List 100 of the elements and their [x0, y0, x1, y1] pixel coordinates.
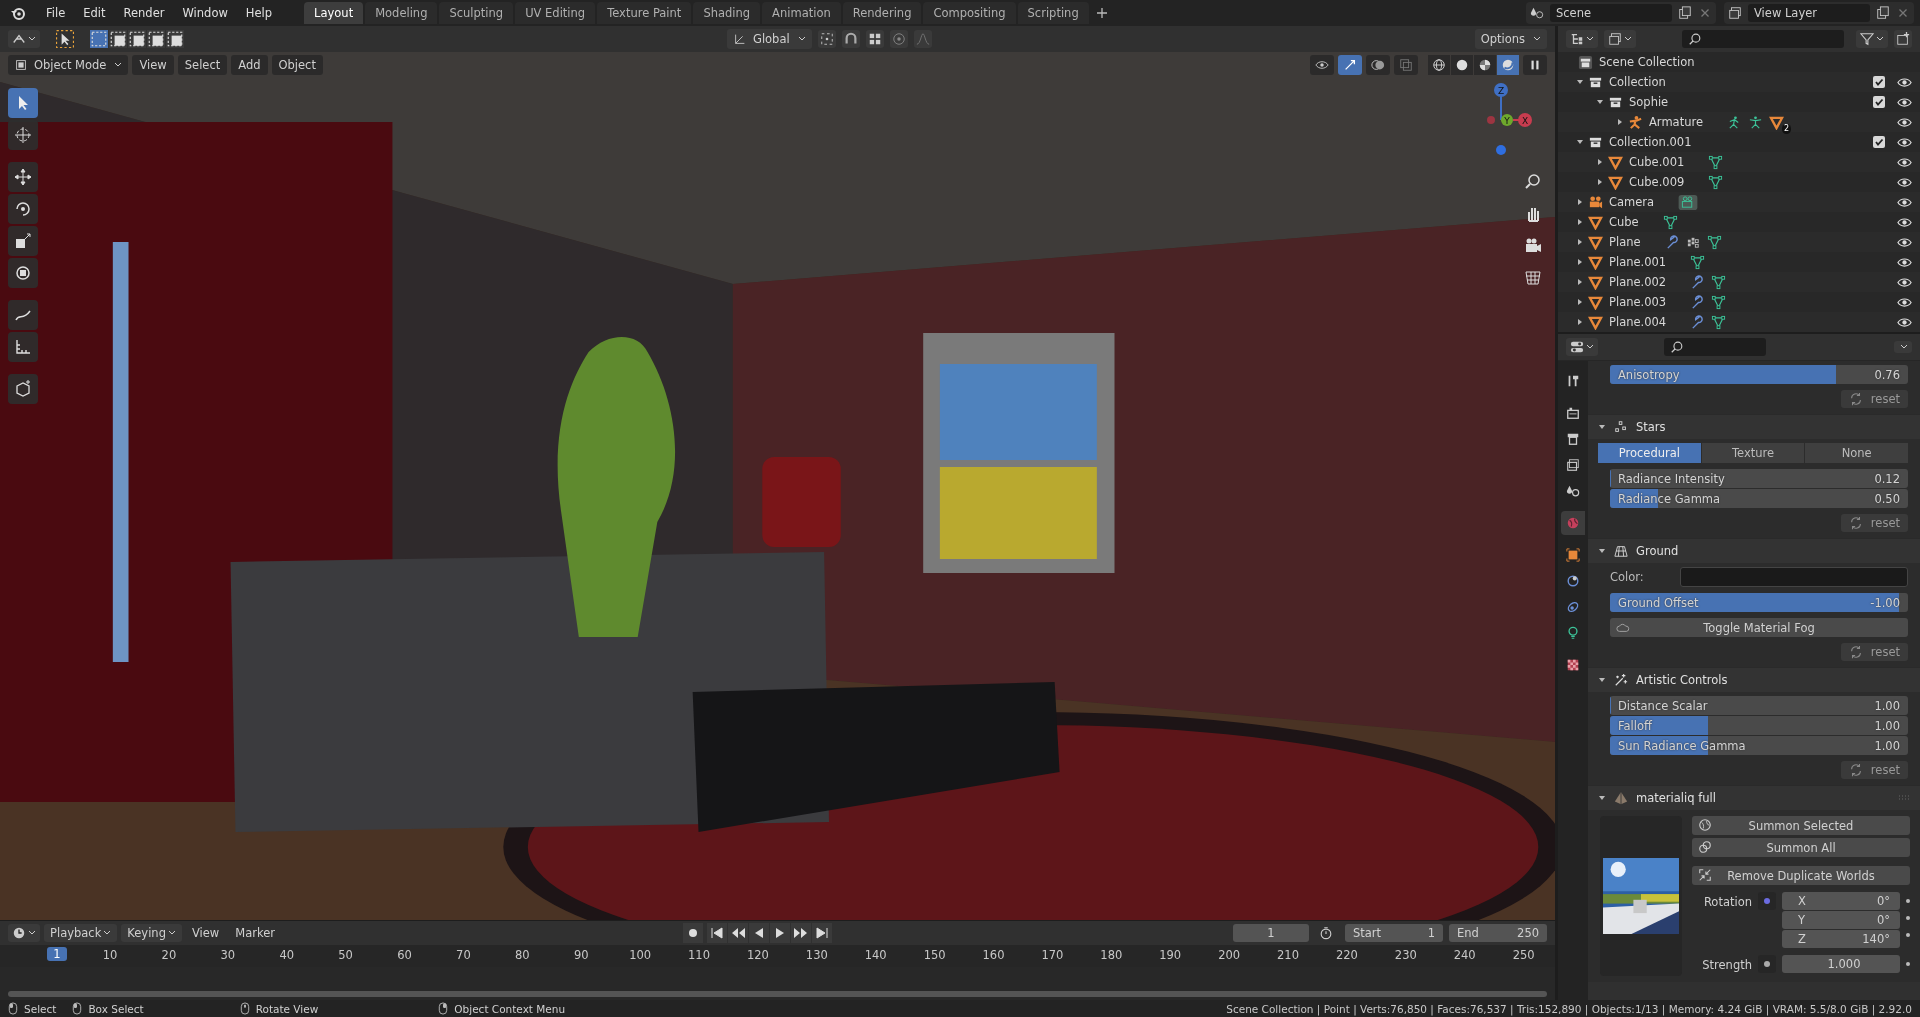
- timeline-menu[interactable]: Keying: [121, 924, 182, 942]
- viewport-menu[interactable]: View: [132, 55, 174, 75]
- move-tool-icon[interactable]: [8, 162, 38, 192]
- fog-button[interactable]: Toggle Material Fog: [1610, 618, 1908, 637]
- outliner-item[interactable]: Cube: [1609, 215, 1639, 229]
- outliner-item[interactable]: Plane.004: [1609, 315, 1667, 329]
- timeline-menu[interactable]: View: [185, 924, 226, 942]
- drag-handle-icon[interactable]: [1898, 794, 1910, 802]
- checkbox[interactable]: [1873, 136, 1885, 148]
- reset-button[interactable]: reset: [1840, 514, 1908, 532]
- mesh-data-icon[interactable]: [1711, 314, 1727, 330]
- strength-field[interactable]: 1.000: [1782, 955, 1900, 973]
- mode-dropdown[interactable]: Object Mode: [8, 55, 129, 75]
- annotate-tool-icon[interactable]: [8, 300, 38, 330]
- addon-button[interactable]: Summon Selected: [1692, 816, 1910, 835]
- workspace-tab[interactable]: Scripting: [1017, 2, 1089, 24]
- add-workspace-icon[interactable]: [1096, 8, 1107, 18]
- prev-keyframe-icon[interactable]: [727, 923, 748, 943]
- visibility-icon[interactable]: [1310, 55, 1334, 75]
- filter-icon[interactable]: [1860, 32, 1874, 46]
- play-reverse-icon[interactable]: [748, 923, 769, 943]
- workspace-tab[interactable]: Shading: [693, 2, 761, 24]
- scale-tool-icon[interactable]: [8, 226, 38, 256]
- mesh-data-icon[interactable]: [1708, 174, 1724, 190]
- rotation-field[interactable]: X 0°: [1782, 892, 1900, 910]
- outliner-item[interactable]: Collection: [1609, 75, 1666, 89]
- menu-item[interactable]: Window: [174, 3, 236, 23]
- outliner-item[interactable]: Armature: [1649, 115, 1703, 129]
- expand-arrow-icon[interactable]: [1576, 238, 1584, 246]
- expand-arrow-icon[interactable]: [1576, 318, 1584, 326]
- cursor-tool-icon[interactable]: [8, 120, 38, 150]
- panel-title[interactable]: Artistic Controls: [1636, 673, 1728, 687]
- outliner-item[interactable]: Plane.001: [1609, 255, 1667, 269]
- magnet-icon[interactable]: [841, 30, 860, 48]
- panel-title[interactable]: Ground: [1636, 544, 1679, 558]
- workspace-tab[interactable]: Modeling: [365, 2, 438, 24]
- outliner-item[interactable]: Cube.009: [1629, 175, 1685, 189]
- stopwatch-icon[interactable]: [1319, 926, 1333, 940]
- expand-arrow-icon[interactable]: [1598, 423, 1606, 431]
- viewport-menu[interactable]: Select: [177, 55, 228, 75]
- grid-snap-icon[interactable]: [865, 30, 884, 48]
- jump-start-icon[interactable]: [706, 923, 727, 943]
- expand-arrow-icon[interactable]: [1576, 278, 1584, 286]
- expand-arrow-icon[interactable]: [1596, 178, 1604, 186]
- outliner-item[interactable]: Scene Collection: [1599, 55, 1695, 69]
- animate-dot-icon[interactable]: [1906, 933, 1910, 937]
- slider-field[interactable]: Falloff 1.00: [1610, 716, 1908, 735]
- slider-field[interactable]: Radiance Intensity 0.12: [1610, 469, 1908, 488]
- select-tool-icon[interactable]: [56, 30, 74, 48]
- reset-button[interactable]: reset: [1840, 761, 1908, 779]
- measure-tool-icon[interactable]: [8, 332, 38, 362]
- editor-type-icon[interactable]: [1570, 340, 1584, 354]
- new-collection-icon[interactable]: [1894, 30, 1912, 48]
- mesh-data-icon[interactable]: [1711, 294, 1727, 310]
- timeline-menu[interactable]: Playback: [44, 924, 118, 942]
- pivot-point-icon[interactable]: [817, 30, 836, 48]
- segment-button[interactable]: Procedural: [1598, 443, 1701, 463]
- outliner-item[interactable]: Plane.002: [1609, 275, 1667, 289]
- expand-arrow-icon[interactable]: [1576, 198, 1584, 206]
- editor-type-icon[interactable]: [12, 32, 26, 46]
- expand-arrow-icon[interactable]: [1576, 78, 1584, 86]
- rendered-shading-icon[interactable]: [1497, 55, 1519, 75]
- animate-dot-icon[interactable]: [1906, 899, 1910, 903]
- blender-logo-icon[interactable]: [10, 5, 26, 21]
- outliner-item[interactable]: Camera: [1609, 195, 1655, 209]
- clock-icon[interactable]: [12, 926, 26, 940]
- start-frame-field[interactable]: Start 1: [1345, 924, 1443, 942]
- animate-dot-icon[interactable]: [1906, 962, 1910, 966]
- workspace-tab[interactable]: Animation: [762, 2, 841, 24]
- segment-button[interactable]: None: [1805, 443, 1908, 463]
- select-tool-icon[interactable]: [8, 88, 38, 118]
- timeline-menu[interactable]: Marker: [229, 924, 281, 942]
- expand-arrow-icon[interactable]: [1576, 298, 1584, 306]
- scene-icon[interactable]: [1530, 6, 1544, 20]
- panel-title[interactable]: Stars: [1636, 420, 1666, 434]
- selection-mode-icon[interactable]: [166, 30, 184, 48]
- expand-arrow-icon[interactable]: [1576, 258, 1584, 266]
- pause-icon[interactable]: [1523, 55, 1547, 75]
- proportional-edit-icon[interactable]: [889, 30, 908, 48]
- wireframe-shading-icon[interactable]: [1428, 55, 1450, 75]
- current-frame-field[interactable]: 1: [1233, 924, 1309, 942]
- selection-mode-icon[interactable]: [128, 30, 146, 48]
- viewport-menu[interactable]: Add: [231, 55, 268, 75]
- expand-arrow-icon[interactable]: [1616, 118, 1624, 126]
- outliner-item[interactable]: Collection.001: [1609, 135, 1692, 149]
- triangle-icon[interactable]: [1769, 114, 1784, 130]
- transform-tool-icon[interactable]: [8, 258, 38, 288]
- expand-arrow-icon[interactable]: [1576, 138, 1584, 146]
- outliner-item[interactable]: Cube.001: [1629, 155, 1685, 169]
- panel-title[interactable]: materialiq full: [1636, 791, 1716, 805]
- duplicate-icon[interactable]: [1876, 6, 1890, 20]
- mesh-data-icon[interactable]: [1690, 254, 1706, 270]
- overlays-icon[interactable]: [1366, 55, 1390, 75]
- view-layer-field[interactable]: View Layer: [1748, 4, 1870, 22]
- next-keyframe-icon[interactable]: [790, 923, 811, 943]
- wrench-icon[interactable]: [1664, 234, 1680, 250]
- end-frame-field[interactable]: End 250: [1449, 924, 1547, 942]
- keyframe-button[interactable]: [1758, 892, 1776, 910]
- rotation-field[interactable]: Y 0°: [1782, 911, 1900, 929]
- scene-name-field[interactable]: Scene: [1550, 4, 1672, 22]
